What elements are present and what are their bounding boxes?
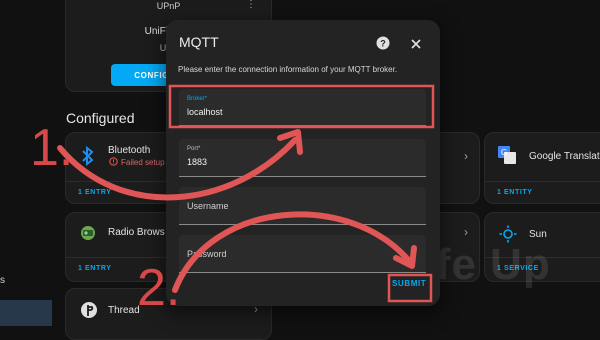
username-placeholder[interactable]: Username [187,201,229,211]
integration-card-google-translate[interactable]: G Google Translate 1 ENTITY [484,132,600,204]
discovery-source-badge: UPnP [156,1,181,11]
port-value[interactable]: 1883 [187,157,207,167]
entry-count-link[interactable]: 1 ENTRY [78,265,112,272]
password-field[interactable]: Password [179,235,426,273]
radio-browser-icon [80,225,96,241]
integration-name: Bluetooth [108,145,151,156]
section-title: Configured [66,110,135,126]
google-translate-icon: G [497,145,517,165]
port-label: Port* [187,146,201,152]
broker-value[interactable]: localhost [187,107,223,117]
sidebar-active-item[interactable] [0,300,52,326]
broker-label: Broker* [187,96,208,102]
close-icon[interactable] [410,37,422,49]
port-field[interactable]: Port* 1883 [179,139,426,177]
dialog-title: MQTT [179,34,219,50]
chevron-right-icon[interactable]: › [464,225,468,239]
broker-field[interactable]: Broker* localhost [179,89,426,127]
chevron-right-icon[interactable]: › [464,149,468,163]
step-number-2: 2. [137,259,181,317]
svg-text:?: ? [380,39,386,49]
integration-status: Failed setup [121,158,165,167]
card-divider [485,181,600,182]
password-placeholder[interactable]: Password [187,249,227,259]
bluetooth-icon [78,145,98,167]
overflow-menu-icon[interactable]: ⋮ [246,0,256,10]
thread-icon [80,301,98,319]
entity-count-link[interactable]: 1 ENTITY [497,189,533,196]
step-number-1: 1. [30,119,74,177]
submit-button[interactable]: SUBMIT [392,279,426,288]
integration-name: Google Translate [529,151,600,162]
integration-name: Sun [529,229,547,240]
svg-text:G: G [501,148,507,157]
mqtt-config-dialog: MQTT ? Please enter the connection infor… [166,20,440,306]
entry-count-link[interactable]: 1 ENTRY [78,189,112,196]
help-icon[interactable]: ? [376,36,390,50]
integration-name: Radio Brows [108,227,165,238]
username-field[interactable]: Username [179,187,426,225]
warning-icon [109,157,118,166]
sidebar-item-label[interactable]: s [0,275,5,286]
integration-name: Thread [108,305,140,316]
dialog-description: Please enter the connection information … [178,65,398,74]
